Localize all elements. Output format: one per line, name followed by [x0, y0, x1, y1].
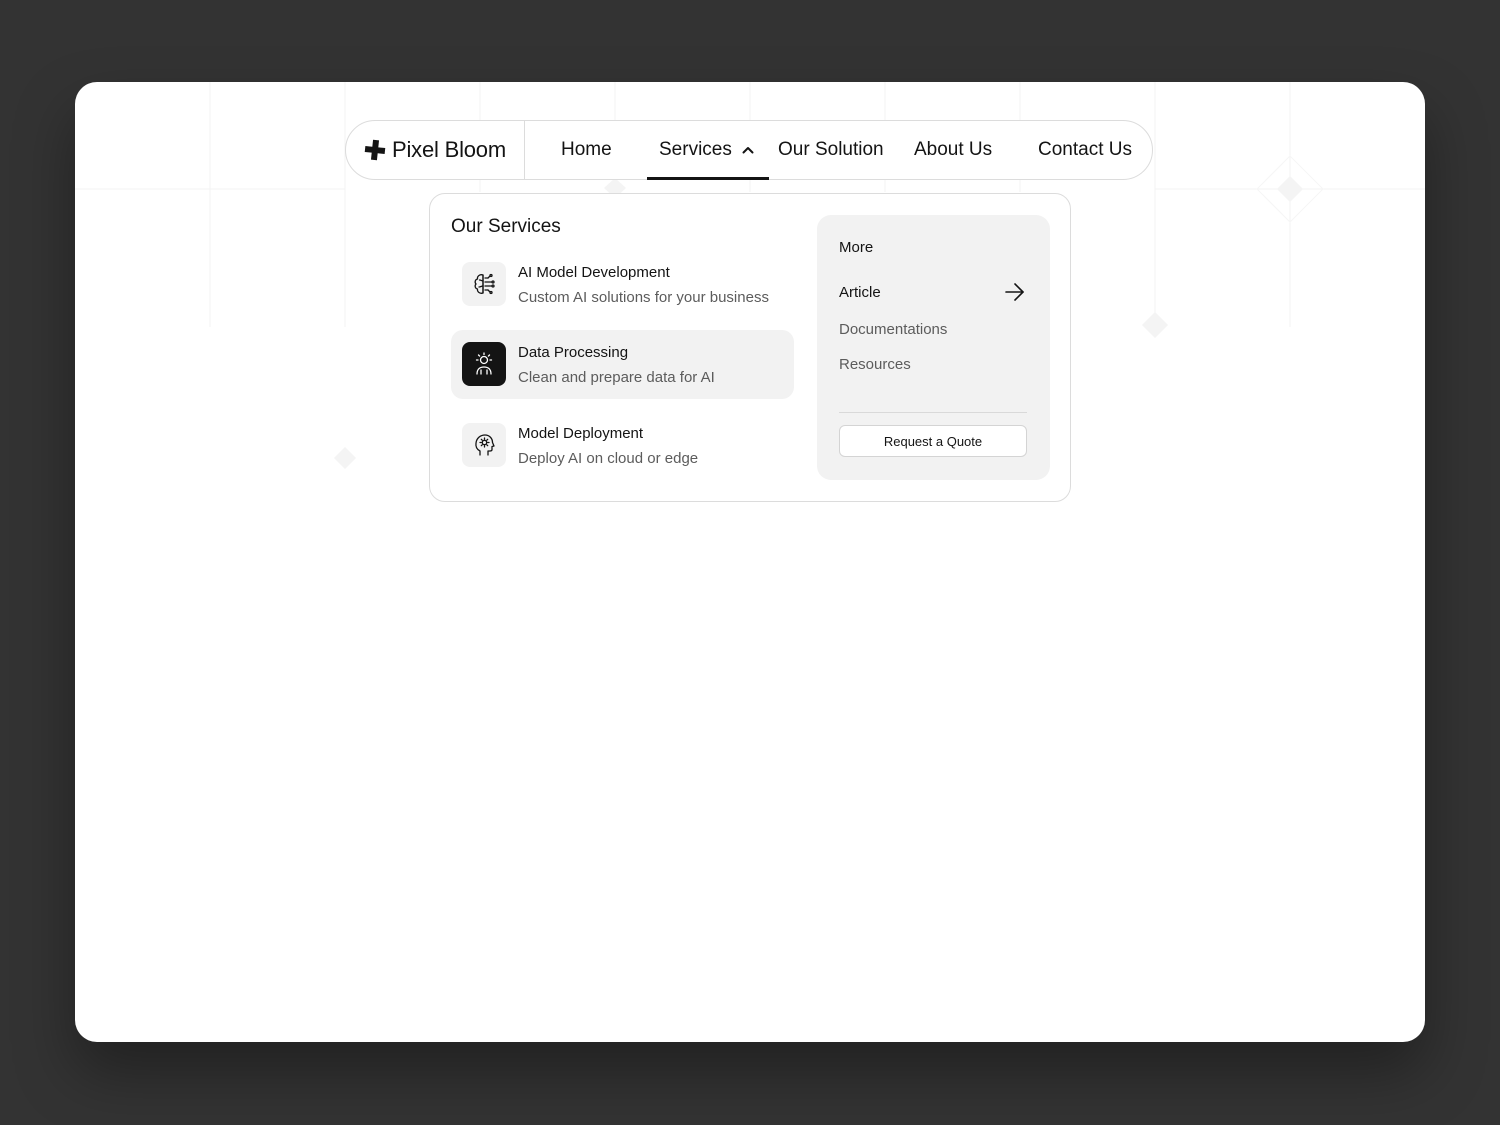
plus-cross-logo-icon: [364, 139, 386, 161]
browser-card: Pixel Bloom Home Services Our Solution A…: [75, 82, 1425, 1042]
top-navbar: Pixel Bloom Home Services Our Solution A…: [345, 120, 1153, 180]
head-gear-icon: [462, 423, 506, 467]
nav-item-our-solution[interactable]: Our Solution: [778, 121, 884, 179]
arrow-right-icon[interactable]: [1003, 281, 1027, 303]
service-item-model-deployment[interactable]: Model Deployment Deploy AI on cloud or e…: [451, 411, 794, 480]
service-item-ai-model-development[interactable]: AI Model Development Custom AI solutions…: [451, 250, 794, 319]
divider: [839, 412, 1027, 413]
nav-item-about-us[interactable]: About Us: [914, 121, 992, 179]
more-link-documentations[interactable]: Documentations: [839, 321, 947, 338]
request-quote-button[interactable]: Request a Quote: [839, 425, 1027, 457]
nav-item-label: Our Solution: [778, 139, 884, 160]
services-dropdown-menu: Our Services AI Model Development Custom…: [429, 193, 1071, 502]
active-tab-indicator: [647, 177, 769, 180]
more-link-resources[interactable]: Resources: [839, 356, 911, 373]
service-description: Clean and prepare data for AI: [518, 369, 715, 386]
nav-item-label: Home: [561, 139, 612, 160]
nav-item-label: Contact Us: [1038, 139, 1132, 160]
nav-item-label: About Us: [914, 139, 993, 160]
nav-item-services[interactable]: Services: [659, 121, 754, 179]
more-label: More: [839, 239, 874, 256]
nav-item-home[interactable]: Home: [561, 121, 612, 179]
service-title: Model Deployment: [518, 425, 644, 442]
service-title: AI Model Development: [518, 264, 670, 281]
service-description: Custom AI solutions for your business: [518, 289, 769, 306]
dropdown-title: Our Services: [451, 216, 561, 237]
service-description: Deploy AI on cloud or edge: [518, 450, 699, 467]
service-title: Data Processing: [518, 344, 629, 361]
more-link-article[interactable]: Article: [839, 284, 881, 301]
circuit-brain-icon: [462, 262, 506, 306]
brand[interactable]: Pixel Bloom: [346, 121, 525, 179]
nav-item-label: Services: [659, 139, 732, 160]
user-idea-icon: [462, 342, 506, 386]
brand-name: Pixel Bloom: [392, 137, 506, 162]
nav-item-contact-us[interactable]: Contact Us: [1038, 121, 1132, 179]
service-item-data-processing[interactable]: Data Processing Clean and prepare data f…: [451, 330, 794, 399]
chevron-up-icon: [742, 147, 754, 154]
more-panel: More Article Documentations Resources Re…: [817, 215, 1050, 480]
